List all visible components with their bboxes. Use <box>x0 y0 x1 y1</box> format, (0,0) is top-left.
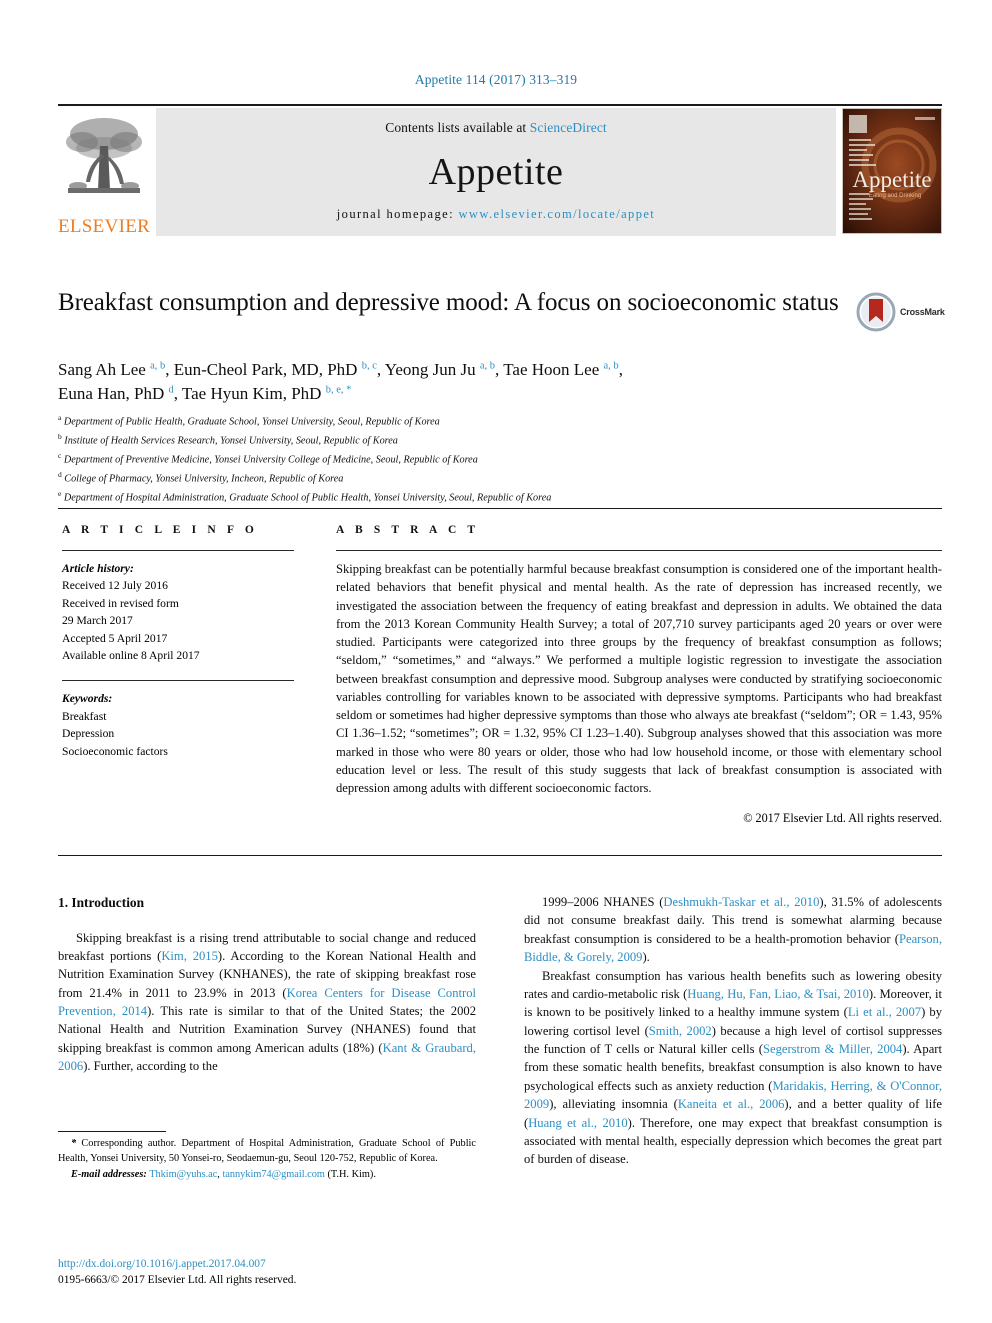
article-info-heading: A R T I C L E I N F O <box>62 524 258 536</box>
authors-line-1: Sang Ah Lee a, b, Eun-Cheol Park, MD, Ph… <box>58 360 623 379</box>
crossmark-badge[interactable]: CrossMark <box>856 289 948 335</box>
keyword-item: Depression <box>62 727 115 741</box>
elsevier-wordmark: ELSEVIER <box>58 216 151 237</box>
issn-copyright-line: 0195-6663/© 2017 Elsevier Ltd. All right… <box>58 1274 297 1287</box>
title-block: Breakfast consumption and depressive moo… <box>58 286 848 319</box>
authors-list: Sang Ah Lee a, b, Eun-Cheol Park, MD, Ph… <box>58 358 858 406</box>
authors-line-2: Euna Han, PhD d, Tae Hyun Kim, PhD b, e,… <box>58 384 352 404</box>
keywords-label: Keywords: <box>62 692 113 706</box>
doi-block: http://dx.doi.org/10.1016/j.appet.2017.0… <box>58 1256 488 1288</box>
keywords-divider <box>62 680 294 682</box>
journal-title: Appetite <box>428 150 564 193</box>
svg-text:Appetite: Appetite <box>852 167 931 192</box>
intro-paragraph-right-1: 1999–2006 NHANES (Deshmukh-Taskar et al.… <box>524 895 942 965</box>
crossmark-label: CrossMark <box>900 307 945 317</box>
abstract-column: A B S T R A C T Skipping breakfast can b… <box>336 524 942 826</box>
history-item: Available online 8 April 2017 <box>62 648 200 662</box>
journal-banner: ELSEVIER Contents lists available at Sci… <box>58 104 942 236</box>
keywords-group: Keywords: Breakfast Depression Socioecon… <box>62 690 294 760</box>
abstract-bottom-rule <box>58 855 942 856</box>
elsevier-tree-icon <box>66 118 142 193</box>
intro-paragraph-left: Skipping breakfast is a rising trend att… <box>58 930 477 1074</box>
doi-link[interactable]: http://dx.doi.org/10.1016/j.appet.2017.0… <box>58 1256 488 1272</box>
history-item: Received 12 July 2016 <box>62 579 168 593</box>
email-link-1[interactable]: Thkim@yuhs.ac <box>149 1169 217 1180</box>
paper-page: Appetite 114 (2017) 313–319 ELSEVIER Con… <box>0 0 992 1323</box>
section-title-introduction: 1. Introduction <box>58 895 145 910</box>
footnote-block: * Corresponding author. Department of Ho… <box>58 1136 476 1182</box>
keyword-item: Breakfast <box>62 709 107 723</box>
affiliation-item: b Institute of Health Services Research,… <box>58 431 398 447</box>
journal-homepage-line: journal homepage: www.elsevier.com/locat… <box>337 207 655 222</box>
contents-prefix: Contents lists available at <box>385 120 530 135</box>
affiliation-item: a Department of Public Health, Graduate … <box>58 413 440 428</box>
abstract-top-rule <box>58 508 942 509</box>
article-info-divider <box>62 550 294 551</box>
article-info-column: A R T I C L E I N F O Article history: R… <box>62 524 294 760</box>
email-label: E-mail addresses: <box>71 1168 147 1180</box>
banner-center: Contents lists available at ScienceDirec… <box>156 108 836 236</box>
article-history-group: Article history: Received 12 July 2016 R… <box>62 560 294 664</box>
crossmark-icon <box>856 292 896 332</box>
affiliations-list: a Department of Public Health, Graduate … <box>58 412 858 507</box>
keyword-item: Socioeconomic factors <box>62 744 168 758</box>
homepage-link[interactable]: www.elsevier.com/locate/appet <box>459 207 656 221</box>
article-history-label: Article history: <box>62 562 134 575</box>
email-suffix: (T.H. Kim). <box>327 1168 376 1180</box>
cover-art-image: Appetite Eating and Drinking <box>843 109 941 233</box>
elsevier-logo: ELSEVIER <box>58 108 150 236</box>
email-link-2[interactable]: tannykim74@gmail.com <box>222 1169 324 1180</box>
history-item: Accepted 5 April 2017 <box>62 631 168 645</box>
email-addresses-note: E-mail addresses: Thkim@yuhs.ac, tannyki… <box>58 1167 476 1182</box>
homepage-prefix: journal homepage: <box>336 207 459 221</box>
history-item: 29 March 2017 <box>62 614 133 628</box>
running-head: Appetite 114 (2017) 313–319 <box>414 72 578 87</box>
page-title: Breakfast consumption and depressive moo… <box>58 289 839 316</box>
affiliation-item: e Department of Hospital Administration,… <box>58 488 552 504</box>
abstract-copyright: © 2017 Elsevier Ltd. All rights reserved… <box>743 811 942 826</box>
abstract-divider <box>336 550 942 551</box>
contents-available-line: Contents lists available at ScienceDirec… <box>385 120 607 136</box>
sciencedirect-link[interactable]: ScienceDirect <box>530 120 607 135</box>
abstract-heading: A B S T R A C T <box>336 524 480 536</box>
body-column-left: 1. Introduction Skipping breakfast is a … <box>58 893 476 1076</box>
body-column-right: 1999–2006 NHANES (Deshmukh-Taskar et al.… <box>524 893 942 1169</box>
intro-paragraph-right-2: Breakfast consumption has various health… <box>524 968 943 1167</box>
affiliation-item: c Department of Preventive Medicine, Yon… <box>58 450 478 466</box>
svg-text:Eating and Drinking: Eating and Drinking <box>869 193 921 199</box>
journal-cover-thumbnail: Appetite Eating and Drinking <box>842 108 942 234</box>
abstract-text: Skipping breakfast can be potentially ha… <box>336 562 942 795</box>
history-item: Received in revised form <box>62 596 179 610</box>
corresponding-author-note: * Corresponding author. Department of Ho… <box>58 1138 476 1165</box>
footnote-rule <box>58 1131 166 1132</box>
affiliation-item: d College of Pharmacy, Yonsei University… <box>58 469 344 485</box>
